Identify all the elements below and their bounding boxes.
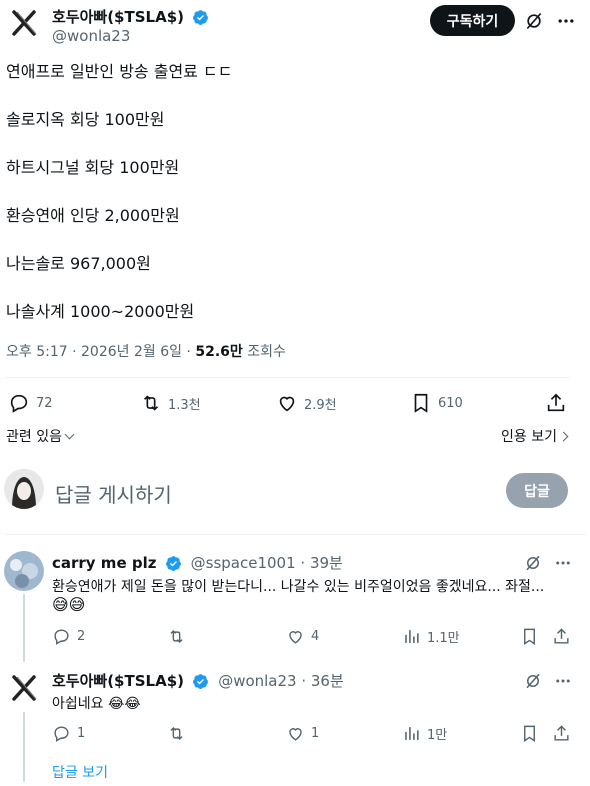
- more-options-icon[interactable]: [556, 11, 576, 31]
- reply-count: 72: [36, 395, 53, 411]
- verified-badge-icon: [193, 674, 209, 689]
- reply-icon: [10, 394, 28, 413]
- views-count: 1만: [427, 728, 448, 743]
- reply-input[interactable]: 답글 게시하기: [55, 479, 172, 508]
- reply-icon: [54, 629, 69, 645]
- reply-like-action[interactable]: 1: [286, 724, 319, 743]
- reply-views-action[interactable]: 1만: [402, 724, 447, 743]
- more-options-icon[interactable]: [554, 554, 572, 572]
- grok-icon[interactable]: [524, 11, 544, 31]
- author-name[interactable]: 호두아빠($TSLA$): [52, 8, 184, 26]
- tweet-text-line: 환승연애 인당 2,000만원: [6, 206, 180, 225]
- reply-count: 2: [77, 629, 86, 644]
- retweet-icon: [170, 726, 183, 741]
- reply-header: carry me plz @sspace1001 · 39분: [52, 552, 343, 573]
- like-count: 2.9천: [304, 397, 337, 413]
- user-avatar-image: [4, 469, 44, 509]
- chevron-down-icon: [64, 429, 75, 440]
- reply-icon: [54, 726, 69, 742]
- x-logo-icon: [12, 675, 37, 701]
- reply-text: 아쉽네요 😂😂: [52, 696, 141, 712]
- retweet-action[interactable]: 1.3천: [140, 392, 201, 414]
- retweet-count: 1.3천: [168, 397, 201, 413]
- reply-like-action[interactable]: 4: [286, 627, 319, 646]
- author-handle[interactable]: @wonla23: [52, 27, 130, 45]
- bookmark-icon: [414, 393, 428, 413]
- verified-badge-icon: [193, 10, 209, 25]
- share-icon[interactable]: [552, 724, 571, 743]
- bookmark-icon[interactable]: [520, 627, 539, 646]
- author-name-row: 호두아빠($TSLA$): [52, 6, 209, 27]
- tweet-meta: 오후 5:17 · 2026년 2월 6일 · 52.6만 조회수: [6, 341, 286, 361]
- reply-author-handle[interactable]: @wonla23 · 36분: [218, 672, 344, 690]
- heart-icon: [289, 631, 302, 644]
- tweet-text-line: 솔로지옥 회당 100만원: [6, 110, 165, 129]
- reply-retweet-action[interactable]: [167, 724, 192, 743]
- tweet-timestamp[interactable]: 오후 5:17 · 2026년 2월 6일 ·: [6, 344, 195, 360]
- tweet-text-line: 하트시그널 회당 100만원: [6, 158, 180, 177]
- tweet-text-line: 연애프로 일반인 방송 출연료 ㄷㄷ: [6, 62, 233, 81]
- tweet-text-line: 나는솔로 967,000원: [6, 254, 151, 273]
- grok-icon[interactable]: [524, 554, 542, 572]
- user-avatar[interactable]: [4, 469, 44, 509]
- views-icon: [405, 727, 419, 740]
- grok-icon[interactable]: [524, 672, 542, 690]
- reply-author-handle[interactable]: @sspace1001 · 39분: [191, 554, 343, 572]
- verified-badge-icon: [165, 556, 181, 571]
- reply-header: 호두아빠($TSLA$) @wonla23 · 36분: [52, 670, 344, 691]
- reply-avatar[interactable]: [4, 668, 44, 708]
- share-icon[interactable]: [552, 627, 571, 646]
- chevron-right-icon: [558, 431, 569, 442]
- like-count: 1: [311, 726, 320, 741]
- views-icon: [405, 630, 419, 643]
- tweet-text-line: 나솔사계 1000~2000만원: [6, 302, 195, 321]
- heart-icon: [289, 728, 302, 741]
- more-options-icon[interactable]: [554, 672, 572, 690]
- reply-author-name[interactable]: carry me plz: [52, 554, 156, 572]
- x-logo-icon: [12, 10, 37, 36]
- author-avatar[interactable]: [4, 3, 44, 43]
- reply-avatar-image: [4, 551, 44, 591]
- reply-reply-action[interactable]: 1: [52, 724, 85, 743]
- reply-author-name[interactable]: 호두아빠($TSLA$): [52, 672, 184, 690]
- views-count: 52.6만: [195, 344, 243, 360]
- retweet-icon: [170, 629, 183, 644]
- reply-count: 1: [77, 726, 86, 741]
- bookmark-count: 610: [438, 395, 463, 411]
- views-label: 조회수: [242, 344, 286, 360]
- view-quotes-link[interactable]: 인용 보기: [501, 426, 569, 446]
- reply-views-action[interactable]: 1.1만: [402, 627, 460, 646]
- views-count: 1.1만: [427, 631, 460, 646]
- reply-submit-button[interactable]: 답글: [506, 473, 568, 508]
- related-filter[interactable]: 관련 있음: [6, 426, 75, 446]
- reply-retweet-action[interactable]: [167, 627, 192, 646]
- heart-icon: [279, 396, 295, 412]
- reply-reply-action[interactable]: 2: [52, 627, 85, 646]
- subscribe-button[interactable]: 구독하기: [430, 5, 515, 36]
- reply-emoji: 😅😅: [52, 595, 86, 614]
- reply-text: 환승연애가 제일 돈을 많이 받는다니... 나갈수 있는 비주얼이었음 좋겠네…: [52, 579, 545, 595]
- bookmark-icon[interactable]: [520, 724, 539, 743]
- retweet-icon: [143, 395, 159, 411]
- reply-avatar[interactable]: [4, 551, 44, 591]
- quotes-label: 인용 보기: [501, 429, 557, 445]
- show-replies-link[interactable]: 답글 보기: [52, 762, 108, 782]
- share-icon[interactable]: [545, 392, 567, 414]
- reply-action[interactable]: 72: [8, 392, 53, 414]
- like-action[interactable]: 2.9천: [276, 392, 337, 414]
- like-count: 4: [311, 629, 320, 644]
- related-label: 관련 있음: [6, 429, 62, 445]
- bookmark-action[interactable]: 610: [410, 392, 463, 414]
